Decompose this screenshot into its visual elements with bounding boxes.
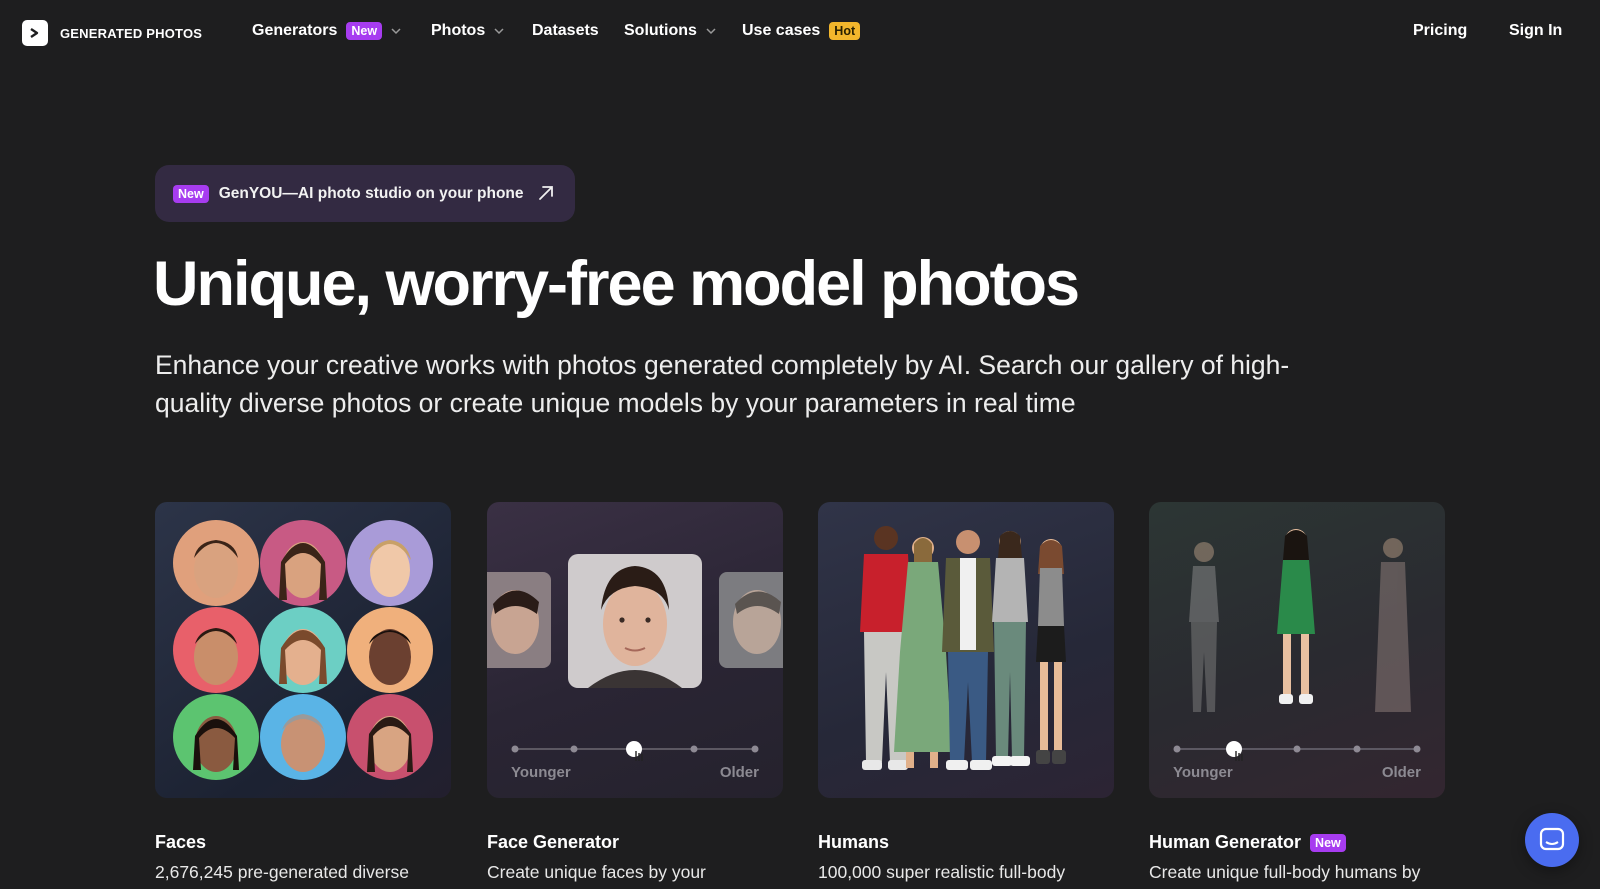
human-figure (1036, 539, 1066, 764)
new-badge: New (173, 184, 209, 203)
face-generator-card-title[interactable]: Face Generator (487, 832, 619, 853)
age-slider[interactable] (1173, 741, 1421, 761)
nav-solutions[interactable]: Solutions (624, 22, 716, 40)
age-slider[interactable] (511, 741, 759, 761)
nav-pricing[interactable]: Pricing (1413, 22, 1467, 40)
faces-card-description: 2,676,245 pre-generated diverse (155, 862, 409, 882)
chevron-down-icon (706, 27, 716, 34)
human-figure (992, 531, 1030, 766)
human-generator-preview (1173, 529, 1421, 761)
nav-datasets[interactable]: Datasets (532, 22, 599, 40)
face-avatar-grid (173, 520, 433, 780)
humans-card-description: 100,000 super realistic full-body (818, 862, 1066, 882)
face-generator-preview (487, 554, 783, 761)
face-generator-card-description: Create unique faces by your (487, 862, 706, 882)
human-generator-card-title[interactable]: Human Generator New (1149, 832, 1346, 853)
top-navigation: GENERATED PHOTOS Generators New Photos D… (0, 0, 1600, 66)
slider-min-label: Younger (511, 764, 571, 781)
nav-use-cases[interactable]: Use cases Hot (742, 22, 861, 40)
chat-bubble-icon (1539, 827, 1565, 851)
human-figure-faded (1375, 538, 1411, 712)
chevron-right-icon (22, 20, 48, 46)
faces-card-title[interactable]: Faces (155, 832, 206, 853)
nav-generators-label: Generators (252, 22, 338, 39)
hero-title: Unique, worry-free model photos (153, 249, 1080, 319)
faces-grid-image (173, 520, 433, 780)
slider-max-label: Older (719, 764, 759, 781)
human-figure (942, 530, 994, 770)
slider-max-label: Older (1381, 764, 1421, 781)
human-generator-title-text: Human Generator (1149, 832, 1302, 852)
nav-use-cases-label: Use cases (742, 22, 821, 39)
faces-card[interactable] (155, 502, 451, 798)
genyou-promo-banner[interactable]: New GenYOU—AI photo studio on your phone (155, 165, 575, 222)
chat-support-button[interactable] (1525, 813, 1579, 867)
brand-name: GENERATED PHOTOS (60, 25, 203, 41)
hot-badge: Hot (829, 22, 861, 40)
sign-in-button[interactable]: Sign In (1509, 22, 1562, 40)
new-badge: New (1310, 833, 1346, 852)
brand-logo[interactable]: GENERATED PHOTOS (22, 20, 202, 46)
nav-datasets-label: Datasets (532, 22, 599, 39)
slider-min-label: Younger (1173, 764, 1233, 781)
chevron-down-icon (391, 27, 401, 34)
human-generator-card[interactable]: Younger Older (1149, 502, 1445, 798)
nav-photos-label: Photos (431, 22, 486, 39)
new-badge: New (346, 22, 383, 40)
human-figure-faded (1189, 542, 1219, 712)
human-generator-card-description: Create unique full-body humans by (1149, 862, 1421, 882)
humans-card[interactable] (818, 502, 1114, 798)
humans-card-title[interactable]: Humans (818, 832, 889, 853)
nav-solutions-label: Solutions (624, 22, 697, 39)
arrow-up-right-icon (539, 186, 553, 200)
human-figure (1277, 529, 1315, 704)
promo-text: GenYOU—AI photo studio on your phone (218, 184, 524, 202)
nav-generators[interactable]: Generators New (252, 22, 401, 40)
humans-group-image (860, 526, 1066, 770)
nav-photos[interactable]: Photos (431, 22, 504, 40)
hero-subtitle: Enhance your creative works with photos … (155, 350, 1290, 418)
chevron-down-icon (494, 27, 504, 34)
face-generator-card[interactable]: Younger Older (487, 502, 783, 798)
